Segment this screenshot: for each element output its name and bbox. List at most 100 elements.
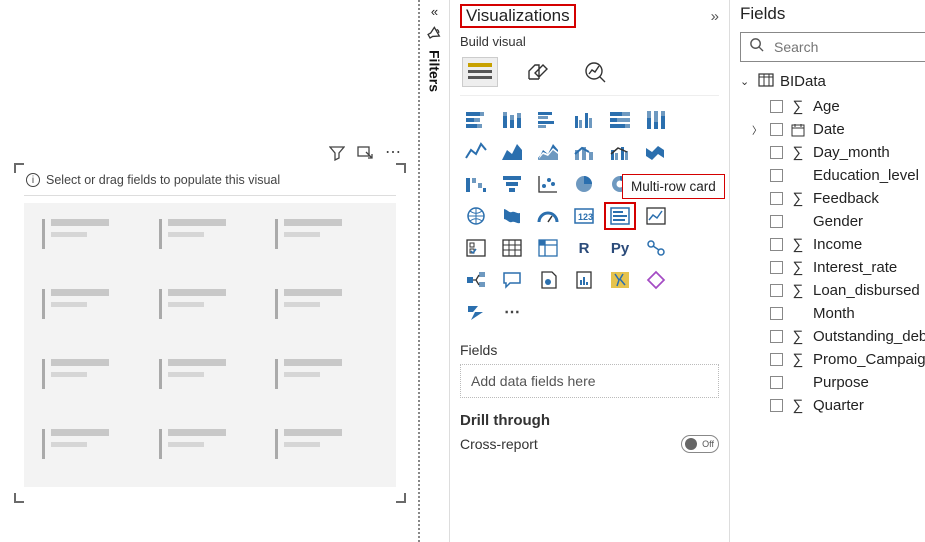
- search-input[interactable]: [772, 38, 925, 56]
- field-item-age[interactable]: ∑Age: [740, 95, 925, 118]
- more-visuals-icon[interactable]: ⋯: [496, 298, 528, 326]
- info-icon: i: [26, 173, 40, 187]
- key-influencers-icon[interactable]: [640, 234, 672, 262]
- field-item-date[interactable]: 〉Date: [740, 118, 925, 141]
- matrix-icon[interactable]: [532, 234, 564, 262]
- fields-pane: Fields » ⌄ BIData ∑Age〉Date∑Day_monthEdu…: [730, 0, 925, 542]
- field-item-purpose[interactable]: Purpose: [740, 371, 925, 394]
- resize-handle-tr[interactable]: [396, 163, 406, 173]
- analytics-tab[interactable]: [578, 57, 614, 87]
- line-chart-icon[interactable]: [460, 138, 492, 166]
- gauge-icon[interactable]: [532, 202, 564, 230]
- visual-hint-text: Select or drag fields to populate this v…: [46, 173, 280, 187]
- waterfall-chart-icon[interactable]: [460, 170, 492, 198]
- checkbox[interactable]: [770, 307, 783, 320]
- arcgis-map-icon[interactable]: [604, 266, 636, 294]
- stacked-column-chart-icon[interactable]: [496, 106, 528, 134]
- checkbox[interactable]: [770, 353, 783, 366]
- resize-handle-br[interactable]: [396, 493, 406, 503]
- resize-handle-bl[interactable]: [14, 493, 24, 503]
- visualizations-pane: Visualizations » Build visual Multi-row …: [450, 0, 730, 542]
- report-canvas[interactable]: ⋯ i Select or drag fields to populate th…: [0, 0, 420, 542]
- filters-pane-collapsed[interactable]: « Filters: [420, 0, 450, 542]
- sigma-icon: ∑: [791, 397, 805, 414]
- checkbox[interactable]: [770, 146, 783, 159]
- decomposition-tree-icon[interactable]: [460, 266, 492, 294]
- power-automate-icon[interactable]: [460, 298, 492, 326]
- field-item-education_level[interactable]: Education_level: [740, 164, 925, 187]
- paginated-report-icon[interactable]: [568, 266, 600, 294]
- field-item-day_month[interactable]: ∑Day_month: [740, 141, 925, 164]
- checkbox[interactable]: [770, 284, 783, 297]
- qna-icon[interactable]: [496, 266, 528, 294]
- checkbox[interactable]: [770, 192, 783, 205]
- field-item-quarter[interactable]: ∑Quarter: [740, 394, 925, 417]
- field-name: Loan_disbursed: [813, 282, 920, 299]
- field-item-month[interactable]: Month: [740, 302, 925, 325]
- kpi-icon[interactable]: [640, 202, 672, 230]
- checkbox[interactable]: [770, 399, 783, 412]
- clustered-bar-chart-icon[interactable]: [532, 106, 564, 134]
- checkbox[interactable]: [770, 100, 783, 113]
- field-item-gender[interactable]: Gender: [740, 210, 925, 233]
- build-visual-tab[interactable]: [462, 57, 498, 87]
- card-icon[interactable]: 123: [568, 202, 600, 230]
- area-chart-icon[interactable]: [496, 138, 528, 166]
- filled-map-icon[interactable]: [496, 202, 528, 230]
- filter-icon[interactable]: [328, 145, 346, 161]
- collapse-viz-icon[interactable]: »: [711, 8, 719, 25]
- field-item-loan_disbursed[interactable]: ∑ Loan_disbursed: [740, 279, 925, 302]
- checkbox[interactable]: [770, 330, 783, 343]
- field-item-income[interactable]: ∑Income: [740, 233, 925, 256]
- fields-title: Fields: [740, 4, 785, 24]
- funnel-chart-icon[interactable]: [496, 170, 528, 198]
- ribbon-chart-icon[interactable]: [640, 138, 672, 166]
- hundred-stacked-bar-icon[interactable]: [604, 106, 636, 134]
- r-visual-icon[interactable]: R: [568, 234, 600, 262]
- slicer-icon[interactable]: [460, 234, 492, 262]
- expand-filters-icon[interactable]: «: [431, 4, 438, 19]
- map-icon[interactable]: [460, 202, 492, 230]
- stacked-area-chart-icon[interactable]: [532, 138, 564, 166]
- multi-row-card-icon[interactable]: [604, 202, 636, 230]
- checkbox[interactable]: [770, 123, 783, 136]
- field-name: Promo_Campaign: [813, 351, 925, 368]
- chevron-right-icon[interactable]: 〉: [752, 122, 762, 137]
- more-options-icon[interactable]: ⋯: [384, 145, 402, 161]
- sigma-icon: ∑: [791, 282, 805, 299]
- tooltip-multirow: Multi-row card: [622, 174, 725, 199]
- focus-mode-icon[interactable]: [356, 145, 374, 161]
- line-stacked-column-icon[interactable]: [568, 138, 600, 166]
- table-icon[interactable]: [496, 234, 528, 262]
- smart-narrative-icon[interactable]: [532, 266, 564, 294]
- field-item-outstanding_debt[interactable]: ∑Outstanding_debt: [740, 325, 925, 348]
- search-box[interactable]: [740, 32, 925, 62]
- checkbox[interactable]: [770, 169, 783, 182]
- checkbox[interactable]: [770, 261, 783, 274]
- format-visual-tab[interactable]: [520, 57, 556, 87]
- scatter-chart-icon[interactable]: [532, 170, 564, 198]
- pie-chart-icon[interactable]: [568, 170, 600, 198]
- donut-chart-icon[interactable]: [604, 170, 636, 198]
- field-item-interest_rate[interactable]: ∑Interest_rate: [740, 256, 925, 279]
- visual-placeholder-multirow[interactable]: ⋯ i Select or drag fields to populate th…: [14, 163, 406, 503]
- resize-handle-tl[interactable]: [14, 163, 24, 173]
- field-name: Outstanding_debt: [813, 328, 925, 345]
- checkbox[interactable]: [770, 238, 783, 251]
- search-icon: [749, 37, 764, 57]
- field-item-promo_campaign[interactable]: ∑Promo_Campaign: [740, 348, 925, 371]
- line-clustered-column-icon[interactable]: [604, 138, 636, 166]
- clustered-column-chart-icon[interactable]: [568, 106, 600, 134]
- fields-drop-area[interactable]: Add data fields here: [460, 364, 719, 398]
- cross-report-toggle[interactable]: Off: [681, 435, 719, 453]
- power-apps-icon[interactable]: [640, 266, 672, 294]
- table-node-bidata[interactable]: ⌄ BIData: [740, 72, 925, 91]
- field-name: Day_month: [813, 144, 890, 161]
- checkbox[interactable]: [770, 215, 783, 228]
- checkbox[interactable]: [770, 376, 783, 389]
- stacked-bar-chart-icon[interactable]: [460, 106, 492, 134]
- treemap-icon[interactable]: [640, 170, 672, 198]
- hundred-stacked-column-icon[interactable]: [640, 106, 672, 134]
- field-item-feedback[interactable]: ∑Feedback: [740, 187, 925, 210]
- python-visual-icon[interactable]: Py: [604, 234, 636, 262]
